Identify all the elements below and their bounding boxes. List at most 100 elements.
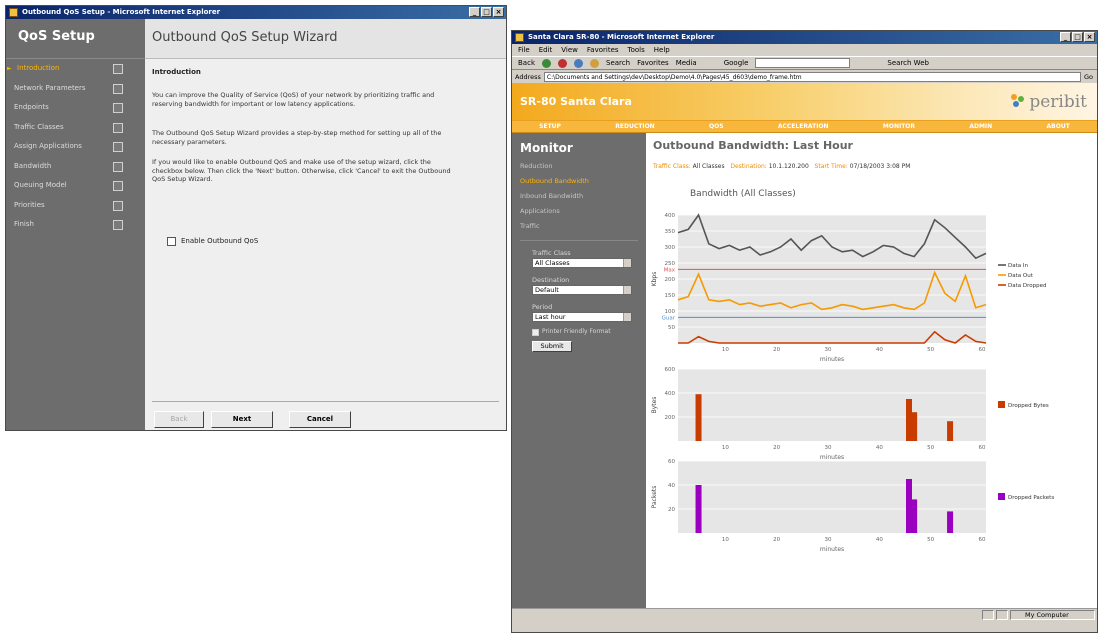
wizard-heading: Outbound QoS Setup Wizard <box>145 19 506 59</box>
next-button[interactable]: Next <box>211 411 273 428</box>
sidebar-link-reduction[interactable]: Reduction <box>512 159 646 174</box>
wizard-step-assign-applications[interactable]: Assign Applications <box>6 137 145 157</box>
forward-icon[interactable] <box>542 58 551 68</box>
destination-select[interactable]: Default <box>532 285 632 295</box>
wizard-step-network-parameters[interactable]: Network Parameters <box>6 79 145 99</box>
site-nav: SETUP REDUCTION QOS ACCELERATION MONITOR… <box>512 120 1097 133</box>
sidebar-link-traffic[interactable]: Traffic <box>512 219 646 234</box>
x-tick-label: 10 <box>722 445 729 451</box>
home-icon[interactable] <box>590 58 599 68</box>
bar <box>906 479 912 533</box>
sidebar-link-outbound-bandwidth[interactable]: Outbound Bandwidth <box>512 174 646 189</box>
y-tick-label: 40 <box>668 483 675 489</box>
y-axis-label: Bytes <box>651 397 658 414</box>
menu-tools[interactable]: Tools <box>628 44 645 56</box>
x-tick-label: 30 <box>825 537 832 543</box>
search-web-button[interactable]: Search Web <box>887 59 929 67</box>
step-status-box <box>113 161 123 172</box>
y-tick-label: 400 <box>665 391 676 397</box>
wizard-step-priorities[interactable]: Priorities <box>6 196 145 216</box>
ie-window-icon <box>515 33 524 42</box>
maximize-button[interactable]: □ <box>1072 32 1083 42</box>
address-input[interactable]: C:\Documents and Settings\dev\Desktop\De… <box>543 71 1081 82</box>
menu-bar: File Edit View Favorites Tools Help <box>512 44 1097 56</box>
cancel-button[interactable]: Cancel <box>289 411 351 428</box>
browser-title-bar[interactable]: Santa Clara SR-80 - Microsoft Internet E… <box>512 31 1097 44</box>
step-status-box <box>113 103 123 113</box>
divider <box>520 240 638 241</box>
bar <box>947 421 954 441</box>
nav-admin[interactable]: ADMIN <box>969 123 992 130</box>
x-tick-label: 50 <box>927 445 934 451</box>
legend-entry: Data In <box>1008 263 1029 269</box>
x-axis-label: minutes <box>820 454 844 461</box>
y-tick-label: 50 <box>668 325 675 331</box>
close-button[interactable]: × <box>1084 32 1095 42</box>
media-button[interactable]: Media <box>676 59 697 67</box>
printer-friendly-option[interactable]: Printer Friendly Format <box>512 327 646 337</box>
close-button[interactable]: × <box>493 7 504 17</box>
x-tick-label: 20 <box>773 445 780 451</box>
sidebar-link-inbound-bandwidth[interactable]: Inbound Bandwidth <box>512 189 646 204</box>
y-axis-label: Kbps <box>651 272 658 287</box>
enable-qos-checkbox[interactable] <box>167 237 176 246</box>
back-nav-button[interactable]: Back <box>518 59 535 67</box>
maximize-button[interactable]: □ <box>481 7 492 17</box>
nav-about[interactable]: ABOUT <box>1047 123 1070 130</box>
y-tick-label: 350 <box>665 229 676 235</box>
traffic-class-label: Traffic Class <box>532 249 571 257</box>
back-button[interactable]: Back <box>154 411 204 428</box>
legend-swatch <box>998 493 1005 500</box>
dropdown-arrow-icon <box>623 259 631 267</box>
y-tick-label: 20 <box>668 507 675 513</box>
menu-file[interactable]: File <box>518 44 530 56</box>
go-button[interactable]: Go <box>1084 73 1097 81</box>
x-tick-label: 60 <box>979 445 986 451</box>
y-tick-label: 400 <box>665 213 676 219</box>
x-tick-label: 30 <box>825 445 832 451</box>
search-button[interactable]: Search <box>606 59 630 67</box>
peribit-logo-icon <box>1011 94 1025 108</box>
wizard-paragraph: The Outbound QoS Setup Wizard provides a… <box>152 129 442 146</box>
nav-monitor[interactable]: MONITOR <box>883 123 915 130</box>
submit-button[interactable]: Submit <box>532 341 572 352</box>
x-tick-label: 40 <box>876 537 883 543</box>
wizard-step-queuing-model[interactable]: Queuing Model <box>6 176 145 196</box>
menu-view[interactable]: View <box>561 44 578 56</box>
y-tick-label: 100 <box>665 309 676 315</box>
period-label: Period <box>532 303 553 311</box>
menu-favorites[interactable]: Favorites <box>587 44 619 56</box>
legend-entry: Dropped Packets <box>1008 495 1054 501</box>
wizard-step-finish[interactable]: Finish <box>6 215 145 235</box>
wizard-step-traffic-classes[interactable]: Traffic Classes <box>6 118 145 138</box>
site-title: SR-80 Santa Clara <box>520 95 632 108</box>
sidebar-link-applications[interactable]: Applications <box>512 204 646 219</box>
minimize-button[interactable]: _ <box>469 7 480 17</box>
printer-friendly-checkbox[interactable] <box>532 328 539 336</box>
nav-qos[interactable]: QOS <box>709 123 724 130</box>
traffic-class-select[interactable]: All Classes <box>532 258 632 268</box>
wizard-step-endpoints[interactable]: Endpoints <box>6 98 145 118</box>
period-select[interactable]: Last hour <box>532 312 632 322</box>
menu-help[interactable]: Help <box>654 44 670 56</box>
monitor-content: Outbound Bandwidth: Last Hour Traffic Cl… <box>646 133 1097 620</box>
bandwidth-charts: 50 100 150 200 250 300 350 400 10 20 30 40 50 60 minut… <box>651 213 1054 553</box>
wizard-step-introduction[interactable]: ► Introduction <box>6 59 145 79</box>
wizard-step-bandwidth[interactable]: Bandwidth <box>6 157 145 177</box>
menu-edit[interactable]: Edit <box>539 44 553 56</box>
step-status-box <box>113 83 123 94</box>
google-search-input[interactable] <box>755 58 851 68</box>
nav-acceleration[interactable]: ACCELERATION <box>778 123 829 130</box>
refresh-icon[interactable] <box>574 58 583 68</box>
nav-reduction[interactable]: REDUCTION <box>615 123 654 130</box>
nav-setup[interactable]: SETUP <box>539 123 561 130</box>
x-tick-label: 10 <box>722 537 729 543</box>
wizard-window-title: Outbound QoS Setup - Microsoft Internet … <box>22 8 221 16</box>
monitor-title: Monitor <box>520 141 573 155</box>
minimize-button[interactable]: _ <box>1060 32 1071 42</box>
x-tick-label: 20 <box>773 537 780 543</box>
plot-area <box>678 369 986 441</box>
wizard-title-bar[interactable]: Outbound QoS Setup - Microsoft Internet … <box>6 6 506 19</box>
stop-icon[interactable] <box>558 58 567 68</box>
favorites-button[interactable]: Favorites <box>637 59 669 67</box>
